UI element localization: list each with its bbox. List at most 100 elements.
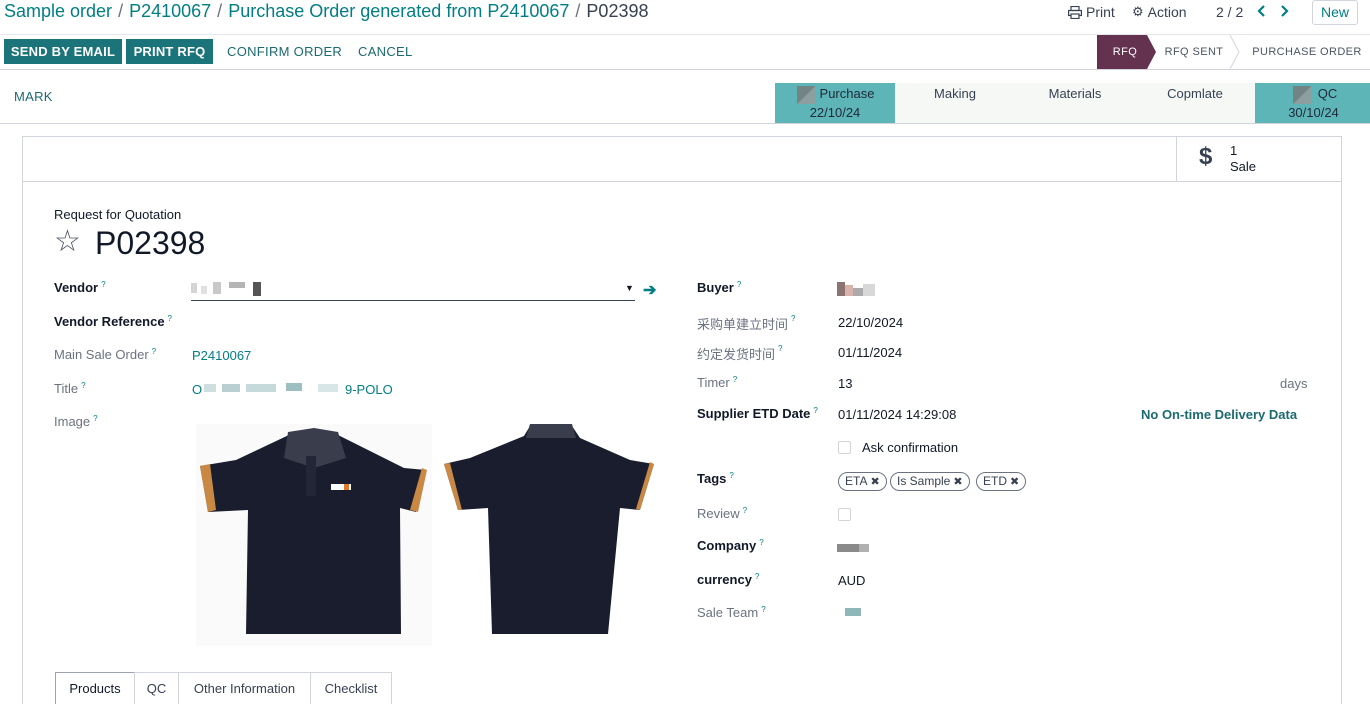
divider [0,123,1370,124]
vendor-label: Vendor? [54,280,106,295]
sale-label: Sale [1230,159,1257,174]
breadcrumb-current: P02398 [586,1,649,21]
supplier-etd-value[interactable]: 01/11/2024 14:29:08 [838,407,956,422]
po-created-value[interactable]: 22/10/2024 [838,315,903,330]
pager-previous-button[interactable] [1256,3,1268,22]
pager-value[interactable]: 2 / 2 [1216,4,1243,20]
printer-icon [1068,5,1082,19]
currency-value[interactable]: AUD [838,573,865,588]
mark-button[interactable]: MARK [14,89,53,104]
progress-step-qc[interactable]: QC 30/10/24 [1255,83,1370,123]
currency-label: currency? [697,572,760,587]
new-button[interactable]: New [1312,0,1358,25]
polo-shirt-front-icon [200,428,427,634]
send-by-email-button[interactable]: SEND BY EMAIL [4,39,122,64]
step-label: QC [1317,86,1338,101]
vendor-field-underline [191,300,635,301]
pager-next-button[interactable] [1278,3,1290,22]
chevron-left-icon [1257,5,1265,17]
title-suffix: 9-POLO [345,382,393,397]
breadcrumb-separator: / [118,1,124,21]
breadcrumb-purchase-orders[interactable]: Purchase Order generated from P2410067 [228,1,569,21]
breadcrumb-separator: / [217,1,223,21]
buyer-label: Buyer? [697,280,742,295]
buyer-avatar[interactable] [837,282,887,296]
review-checkbox[interactable] [838,508,851,521]
vendor-reference-label: Vendor Reference? [54,314,172,329]
internal-link-arrow-icon[interactable]: ➔ [643,280,656,300]
product-image-back[interactable] [440,424,658,646]
step-date: 30/10/24 [1288,105,1339,120]
breadcrumb: Sample order / P2410067/Purchase Order gen… [4,1,648,22]
cancel-button[interactable]: CANCEL [358,39,413,64]
tag-etd[interactable]: ETD ✖ [976,472,1027,491]
gear-icon: ⚙ [1132,4,1144,19]
company-label: Company? [697,538,764,553]
timer-label: Timer? [697,375,738,390]
image-label: Image? [54,414,98,429]
sale-count: 1 [1230,143,1238,158]
chevron-down-icon[interactable]: ▼ [625,283,634,293]
tag-remove-icon[interactable]: ✖ [953,476,962,488]
tab-checklist[interactable]: Checklist [310,672,392,704]
divider [0,69,1370,70]
progress-step-materials[interactable]: Materials [1015,83,1135,123]
print-button[interactable]: Print [1068,4,1115,20]
step-label: Purchase [819,86,875,101]
polo-shirt-back-icon [444,424,654,634]
title-value[interactable]: O 9-POLO [192,382,402,398]
product-image-front[interactable] [196,424,432,646]
tag-is-sample[interactable]: Is Sample ✖ [890,472,970,491]
supplier-etd-label: Supplier ETD Date? [697,406,818,421]
tag-remove-icon[interactable]: ✖ [1010,476,1019,488]
sale-team-label: Sale Team? [697,605,766,620]
sale-team-value[interactable] [845,608,861,616]
progress-step-making[interactable]: Making [895,83,1015,123]
vendor-field[interactable] [191,280,631,298]
tab-other-information[interactable]: Other Information [178,672,311,704]
delivery-status-badge: No On-time Delivery Data [1141,407,1298,422]
step-label: Making [934,86,976,101]
chevron-right-icon [1281,5,1289,17]
review-label: Review? [697,506,748,521]
company-value[interactable] [837,544,869,552]
progress-step-purchase[interactable]: Purchase 22/10/24 [775,83,895,123]
print-rfq-button[interactable]: PRINT RFQ [126,39,213,64]
action-label: Action [1147,4,1187,20]
stage-rfq[interactable]: RFQ [1097,35,1153,69]
dollar-icon: $ [1199,143,1213,170]
main-sale-order-label: Main Sale Order? [54,347,157,362]
breadcrumb-sale-order[interactable]: P2410067 [129,1,211,21]
tab-qc[interactable]: QC [134,672,179,704]
step-label: Copmlate [1167,86,1223,101]
star-icon[interactable]: ☆ [54,226,81,258]
breadcrumb-sample-order[interactable]: Sample order [4,1,112,21]
title-prefix: O [192,382,203,397]
po-created-label: 采购单建立时间? [697,314,796,332]
step-date: 22/10/24 [809,105,861,120]
timer-value[interactable]: 13 [838,376,852,391]
title-label: Title? [54,381,86,396]
tags-label: Tags? [697,471,734,486]
main-sale-order-link[interactable]: P2410067 [192,348,251,363]
ship-date-value[interactable]: 01/11/2024 [838,345,902,360]
stage-rfq-sent[interactable]: RFQ SENT [1158,35,1230,69]
breadcrumb-separator: / [575,1,581,21]
progress-step-complete[interactable]: Copmlate [1135,83,1255,123]
page-title: P02398 [95,225,206,261]
stage-purchase-order[interactable]: PURCHASE ORDER [1248,35,1366,69]
sale-smart-button[interactable]: $ 1 Sale [1176,137,1341,181]
tab-products[interactable]: Products [55,672,135,704]
confirm-order-button[interactable]: CONFIRM ORDER [227,39,342,64]
ask-confirmation-checkbox[interactable] [838,441,851,454]
divider [23,181,1341,182]
timer-unit: days [1280,376,1308,391]
print-label: Print [1086,4,1115,20]
ask-confirmation-label: Ask confirmation [862,440,959,455]
document-type-label: Request for Quotation [54,207,182,222]
step-label: Materials [1048,86,1102,101]
tag-remove-icon[interactable]: ✖ [870,476,879,488]
action-button[interactable]: ⚙ Action [1132,4,1187,20]
ship-date-label: 约定发货时间? [697,344,783,362]
tag-eta[interactable]: ETA ✖ [838,472,887,491]
